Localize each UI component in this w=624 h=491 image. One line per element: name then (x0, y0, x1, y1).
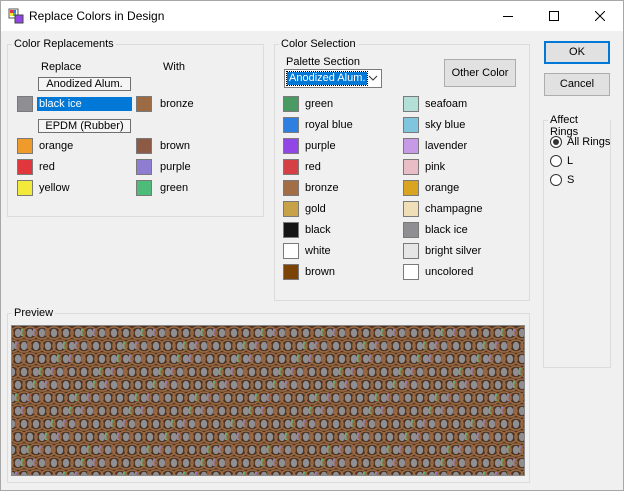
palette-swatch-uncolored[interactable] (403, 264, 419, 280)
palette-swatch-red[interactable] (283, 159, 299, 175)
palette-section-dropdown[interactable]: Anodized Alum. (284, 69, 382, 88)
radio-l-label[interactable]: L (567, 155, 573, 167)
palette-swatch-pink[interactable] (403, 159, 419, 175)
replace-to-swatch[interactable] (136, 159, 152, 175)
palette-label-brown: brown (305, 266, 335, 278)
maximize-icon (549, 11, 559, 21)
palette-swatch-purple[interactable] (283, 138, 299, 154)
replace-from-label: yellow (39, 182, 70, 194)
title-bar: Replace Colors in Design (1, 1, 623, 31)
palette-label-white: white (305, 245, 331, 257)
replace-to-swatch[interactable] (136, 138, 152, 154)
maximize-button[interactable] (531, 1, 577, 31)
replace-to-label: purple (160, 161, 191, 173)
replace-to-label: green (160, 182, 189, 194)
palette-label-purple: purple (305, 140, 336, 152)
replace-to-swatch[interactable] (136, 180, 152, 196)
preview-title: Preview (12, 307, 56, 319)
palette-swatch-lavender[interactable] (403, 138, 419, 154)
replace-from-label: red (39, 161, 55, 173)
chevron-down-icon (368, 75, 378, 81)
palette-label-red: red (305, 161, 321, 173)
radio-all-rings[interactable] (550, 136, 562, 148)
palette-swatch-black-ice[interactable] (403, 222, 419, 238)
palette-label-seafoam: seafoam (425, 98, 468, 110)
palette-label-champagne: champagne (425, 203, 483, 215)
epdm-section-header: EPDM (Rubber) (38, 119, 131, 133)
radio-s[interactable] (550, 174, 562, 186)
palette-swatch-white[interactable] (283, 243, 299, 259)
app-icon (8, 8, 24, 24)
palette-label-gold: gold (305, 203, 326, 215)
replace-column-header: Replace (41, 61, 82, 73)
palette-swatch-gold[interactable] (283, 201, 299, 217)
replace-from-swatch[interactable] (17, 96, 33, 112)
palette-label-uncolored: uncolored (425, 266, 474, 278)
palette-label-sky-blue: sky blue (425, 119, 466, 131)
chainmail-preview-pattern (12, 326, 524, 475)
radio-all-rings-label[interactable]: All Rings (567, 136, 610, 148)
replace-from-label[interactable]: black ice (37, 97, 132, 111)
palette-swatch-green[interactable] (283, 96, 299, 112)
radio-s-label[interactable]: S (567, 174, 574, 186)
palette-swatch-brown[interactable] (283, 264, 299, 280)
minimize-icon (503, 16, 513, 17)
with-column-header: With (163, 61, 185, 73)
palette-swatch-royal-blue[interactable] (283, 117, 299, 133)
palette-label-green: green (305, 98, 334, 110)
palette-label-pink: pink (425, 161, 446, 173)
palette-swatch-champagne[interactable] (403, 201, 419, 217)
palette-section-label: Palette Section (286, 56, 360, 68)
replace-from-swatch[interactable] (17, 180, 33, 196)
minimize-button[interactable] (485, 1, 531, 31)
replace-to-label: bronze (160, 98, 194, 110)
palette-section-value: Anodized Alum. (285, 71, 369, 86)
other-color-button[interactable]: Other Color (444, 59, 516, 87)
palette-label-bronze: bronze (305, 182, 339, 194)
replace-to-label: brown (160, 140, 190, 152)
palette-label-bright-silver: bright silver (425, 245, 482, 257)
close-button[interactable] (577, 1, 623, 31)
affect-rings-title: Affect Rings (548, 114, 610, 138)
cancel-button[interactable]: Cancel (544, 73, 610, 96)
radio-l[interactable] (550, 155, 562, 167)
preview-image (11, 325, 525, 476)
palette-label-royal-blue: royal blue (305, 119, 353, 131)
palette-label-orange: orange (425, 182, 460, 194)
window-title: Replace Colors in Design (29, 9, 165, 23)
palette-swatch-bright-silver[interactable] (403, 243, 419, 259)
palette-swatch-bronze[interactable] (283, 180, 299, 196)
palette-label-black-ice: black ice (425, 224, 468, 236)
palette-swatch-sky-blue[interactable] (403, 117, 419, 133)
color-selection-title: Color Selection (279, 38, 358, 50)
palette-swatch-orange[interactable] (403, 180, 419, 196)
replace-from-swatch[interactable] (17, 159, 33, 175)
color-replacements-title: Color Replacements (12, 38, 116, 50)
replace-from-swatch[interactable] (17, 138, 33, 154)
palette-swatch-seafoam[interactable] (403, 96, 419, 112)
replace-from-label: orange (39, 140, 74, 152)
ok-button[interactable]: OK (544, 41, 610, 64)
palette-label-black: black (305, 224, 331, 236)
replace-to-swatch[interactable] (136, 96, 152, 112)
palette-swatch-black[interactable] (283, 222, 299, 238)
anodized-section-header: Anodized Alum. (38, 77, 131, 91)
close-icon (595, 11, 605, 21)
replace-colors-dialog: Replace Colors in Design Color Replaceme… (0, 0, 624, 491)
palette-label-lavender: lavender (425, 140, 468, 152)
